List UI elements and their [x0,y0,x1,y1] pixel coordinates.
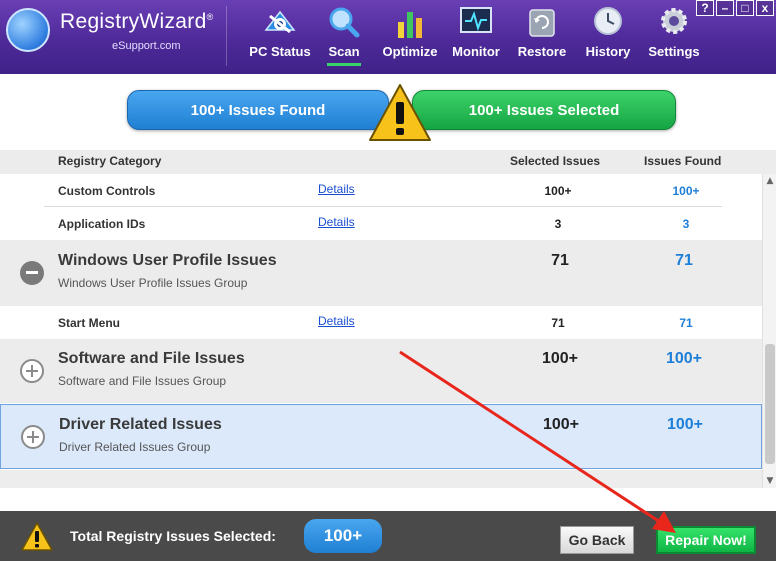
window-controls: ? – □ x [696,0,774,16]
nav-label: Optimize [382,44,438,59]
nav-restore[interactable]: Restore [509,0,575,74]
row-name: Start Menu [58,316,121,330]
help-button[interactable]: ? [696,0,714,16]
issues-selected-pill: 100+ Issues Selected [412,90,676,130]
monitor-icon [460,7,492,33]
warning-triangle-icon [369,84,431,141]
history-clock-icon [594,7,622,35]
repair-now-button[interactable]: Repair Now! [656,526,756,554]
group-title: Windows User Profile Issues [58,252,277,269]
table-bottom-strip [0,470,776,488]
settings-gear-icon [661,8,687,34]
header-divider [226,6,227,66]
nav-label: Scan [328,44,360,59]
group-subtitle: Software and File Issues Group [58,374,227,388]
group-subtitle: Driver Related Issues Group [59,440,211,454]
go-back-button[interactable]: Go Back [560,526,634,554]
nav-optimize[interactable]: Optimize [377,0,443,74]
close-button[interactable]: x [756,0,774,16]
app-title: RegistryWizard® [60,10,214,33]
row-name: Custom Controls [58,184,156,198]
group-selected-count: 100+ [541,350,579,367]
scan-magnifier-icon [329,7,360,38]
nav-label: Restore [517,44,567,59]
row-selected-count: 100+ [544,184,572,198]
group-selected-count: 100+ [542,416,580,433]
optimize-bars-icon [398,12,422,38]
scroll-down-arrow-icon[interactable]: ▼ [765,476,775,486]
group-selected-count: 71 [551,252,569,269]
nav-pc-status[interactable]: PC Status [245,0,315,74]
restore-drive-icon [529,9,555,37]
nav-scan[interactable]: Scan [311,0,377,74]
header-issues-found: Issues Found [644,154,722,168]
nav-label: Settings [648,44,700,59]
app-header: RegistryWizard® eSupport.com PC Status S… [0,0,776,74]
warning-triangle-icon [21,522,53,551]
total-issues-label: Total Registry Issues Selected: [70,528,276,544]
nav-label: History [585,44,631,59]
table-header: Registry Category Selected Issues Issues… [0,150,776,174]
nav-history[interactable]: History [575,0,641,74]
group-subtitle: Windows User Profile Issues Group [58,276,248,290]
group-title: Driver Related Issues [59,416,222,433]
nav-monitor[interactable]: Monitor [443,0,509,74]
details-link[interactable]: Details [318,314,355,328]
app-subtitle: eSupport.com [112,40,181,52]
nav-label: Monitor [452,44,500,59]
row-found-count: 3 [682,217,690,231]
footer-bar: Total Registry Issues Selected: 100+ Go … [0,511,776,561]
maximize-button[interactable]: □ [736,0,754,16]
row-found-count: 71 [679,316,693,330]
group-row-driver-related[interactable]: Driver Related Issues Driver Related Iss… [0,404,762,469]
group-title: Software and File Issues [58,350,245,367]
details-link[interactable]: Details [318,215,355,229]
table-row: Application IDs Details 3 3 [0,207,762,240]
collapse-minus-icon[interactable] [20,261,44,285]
group-found-count: 100+ [666,416,704,433]
table-row: Custom Controls Details 100+ 100+ [0,174,762,207]
pc-status-icon [264,10,296,34]
group-row-windows-user-profile[interactable]: Windows User Profile Issues Windows User… [0,240,762,306]
row-selected-count: 3 [554,217,562,231]
row-found-count: 100+ [672,184,700,198]
issues-found-pill: 100+ Issues Found [127,90,389,130]
group-row-software-and-file[interactable]: Software and File Issues Software and Fi… [0,339,762,403]
nav-label: PC Status [249,44,311,59]
row-name: Application IDs [58,217,146,231]
logo-globe-icon [6,8,50,52]
total-issues-count: 100+ [304,519,382,553]
active-tab-indicator [327,63,361,66]
table-row: Start Menu Details 71 71 [0,306,762,339]
group-found-count: 71 [675,252,693,269]
app-logo: RegistryWizard® eSupport.com [0,0,225,74]
scroll-up-arrow-icon[interactable]: ▲ [765,176,775,186]
table-scrollbar[interactable]: ▲ ▼ [762,174,776,488]
row-selected-count: 71 [551,316,565,330]
minimize-button[interactable]: – [716,0,734,16]
header-category: Registry Category [58,154,162,168]
group-found-count: 100+ [665,350,703,367]
scan-summary-banner: 100+ Issues Found 100+ Issues Selected [0,74,776,150]
expand-plus-icon[interactable] [21,425,45,449]
expand-plus-icon[interactable] [20,359,44,383]
scroll-thumb[interactable] [765,344,775,464]
header-selected-issues: Selected Issues [510,154,601,168]
details-link[interactable]: Details [318,182,355,196]
